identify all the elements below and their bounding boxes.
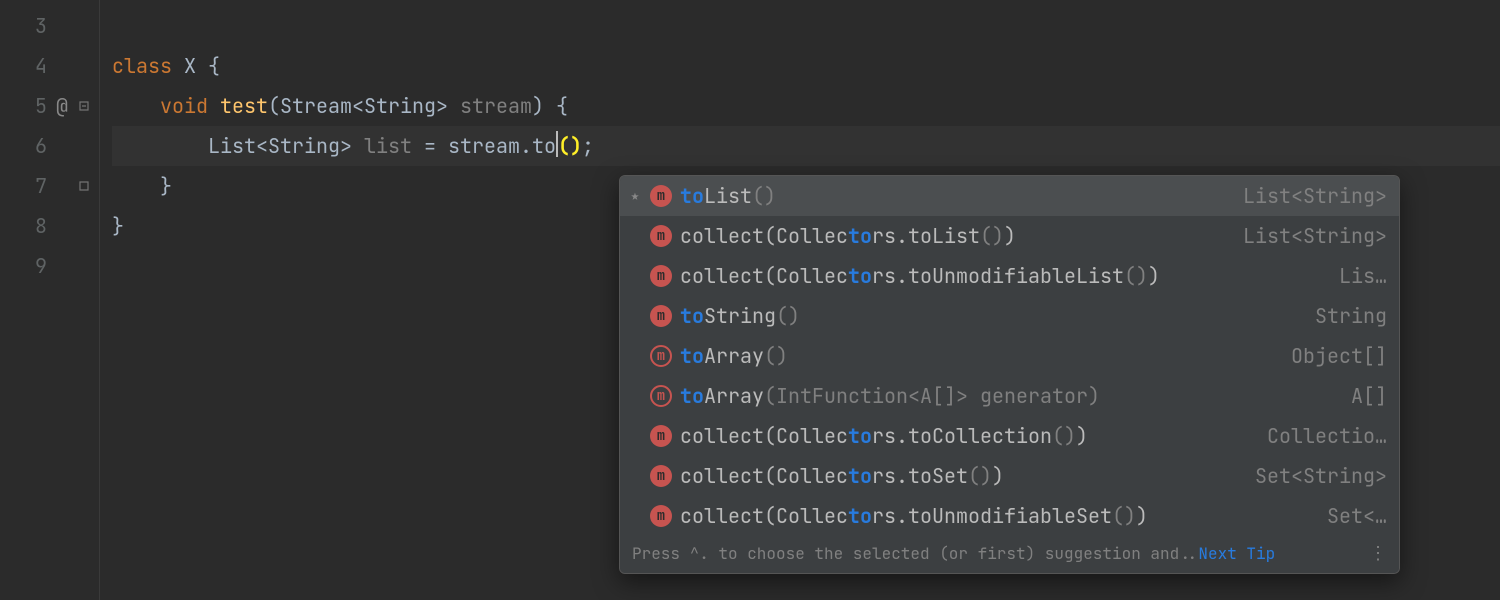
completion-label: collect(Collectors.toCollection()) (680, 423, 1249, 449)
method-badge-icon: m (650, 385, 672, 407)
code-line[interactable]: class X { (112, 46, 1500, 86)
fold-icon-none (77, 139, 91, 153)
completion-hint: Press ^. to choose the selected (or firs… (632, 543, 1275, 564)
method-badge-icon: m (650, 505, 672, 527)
completion-label: collect(Collectors.toList()) (680, 223, 1225, 249)
gutter: 3 4 5 @ 6 7 8 (0, 0, 100, 600)
matched-paren: ) (570, 126, 582, 166)
gutter-row: 7 (0, 166, 99, 206)
method-badge-icon: m (650, 305, 672, 327)
line-number: 5 (27, 93, 47, 119)
completion-footer: Press ^. to choose the selected (or firs… (620, 536, 1399, 573)
param-name: stream (460, 86, 532, 126)
completion-item[interactable]: m collect(Collectors.toSet()) Set<String> (620, 456, 1399, 496)
code-line[interactable]: void test(Stream<String> stream) { (112, 86, 1500, 126)
completion-return-type: A[] (1341, 383, 1387, 409)
code-line-active[interactable]: List<String> list = stream.to(); (112, 126, 1500, 166)
matched-paren: ( (558, 126, 570, 166)
line-number: 4 (27, 53, 47, 79)
method-name: test (208, 86, 268, 126)
completion-item[interactable]: m toArray() Object[] (620, 336, 1399, 376)
line-number: 9 (27, 253, 47, 279)
completion-item[interactable]: m collect(Collectors.toUnmodifiableList()… (620, 256, 1399, 296)
line-number: 3 (27, 13, 47, 39)
completion-item[interactable]: m collect(Collectors.toList()) List<String… (620, 216, 1399, 256)
gutter-row: 6 (0, 126, 99, 166)
completion-return-type: String (1305, 303, 1387, 329)
fold-collapse-icon[interactable] (77, 99, 91, 113)
completion-item[interactable]: m toArray(IntFunction<A[]> generator) A[] (620, 376, 1399, 416)
completion-label: collect(Collectors.toUnmodifiableSet()) (680, 503, 1309, 529)
gutter-row: 8 (0, 206, 99, 246)
completion-return-type: Lis… (1329, 263, 1387, 289)
method-badge-icon: m (650, 465, 672, 487)
fold-icon-none (77, 259, 91, 273)
completion-label: toArray() (680, 343, 1273, 369)
fold-icon-none (77, 59, 91, 73)
keyword: class (112, 46, 172, 86)
completion-label: toArray(IntFunction<A[]> generator) (680, 383, 1333, 409)
completion-item[interactable]: m collect(Collectors.toUnmodifiableSet())… (620, 496, 1399, 536)
completion-return-type: Collectio… (1257, 423, 1387, 449)
text-caret (556, 131, 558, 157)
method-badge-icon: m (650, 225, 672, 247)
completion-return-type: List<String> (1233, 183, 1387, 209)
gutter-annotation: @ (53, 93, 71, 119)
completion-label: toList() (680, 183, 1225, 209)
completion-item[interactable]: ★ m toList() List<String> (620, 176, 1399, 216)
method-badge-icon: m (650, 185, 672, 207)
fold-end-icon[interactable] (77, 179, 91, 193)
var-name: list (364, 126, 412, 166)
completion-item[interactable]: m collect(Collectors.toCollection()) Colle… (620, 416, 1399, 456)
more-options-icon[interactable]: ⋮ (1365, 542, 1389, 565)
star-icon: ★ (628, 187, 642, 205)
gutter-row: 9 (0, 246, 99, 286)
completion-label: collect(Collectors.toSet()) (680, 463, 1237, 489)
fold-icon-none (77, 19, 91, 33)
next-tip-link[interactable]: Next Tip (1198, 543, 1275, 564)
code-line[interactable] (112, 6, 1500, 46)
gutter-row: 5 @ (0, 86, 99, 126)
completion-return-type: List<String> (1233, 223, 1387, 249)
completion-popup[interactable]: ★ m toList() List<String> m collect(Collector… (619, 175, 1400, 574)
completion-return-type: Set<String> (1245, 463, 1387, 489)
method-badge-icon: m (650, 265, 672, 287)
line-number: 8 (27, 213, 47, 239)
fold-icon-none (77, 219, 91, 233)
line-number: 6 (27, 133, 47, 159)
completion-label: toString() (680, 303, 1297, 329)
completion-return-type: Set<… (1317, 503, 1387, 529)
completion-return-type: Object[] (1281, 343, 1387, 369)
method-badge-icon: m (650, 345, 672, 367)
method-badge-icon: m (650, 425, 672, 447)
gutter-row: 4 (0, 46, 99, 86)
gutter-row: 3 (0, 6, 99, 46)
completion-item[interactable]: m toString() String (620, 296, 1399, 336)
keyword: void (112, 86, 208, 126)
line-number: 7 (27, 173, 47, 199)
completion-label: collect(Collectors.toUnmodifiableList()) (680, 263, 1321, 289)
